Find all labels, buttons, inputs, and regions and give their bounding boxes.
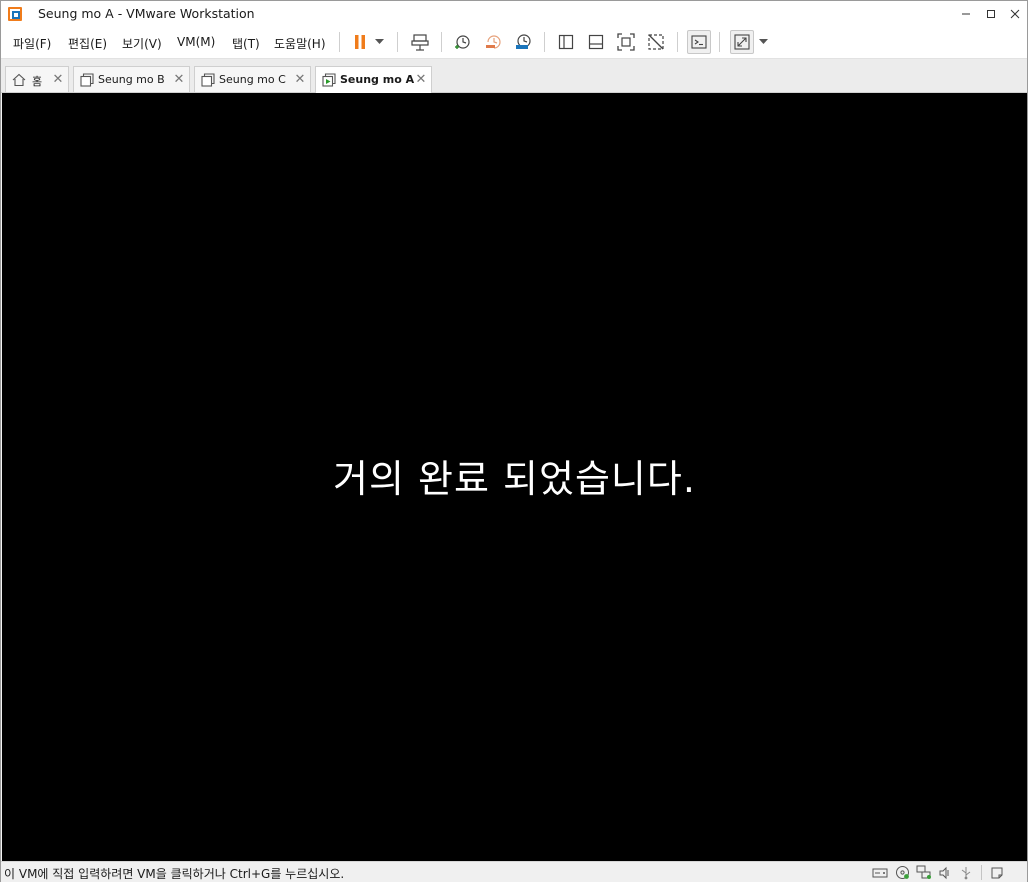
snapshot-manager-icon[interactable] [511, 30, 535, 54]
menu-help[interactable]: 도움말(H) [274, 35, 326, 52]
menu-tabs[interactable]: 탭(T) [232, 35, 260, 52]
console-view-icon[interactable] [687, 30, 711, 54]
pause-icon[interactable] [348, 30, 372, 54]
usb-icon[interactable] [958, 865, 974, 880]
cd-dvd-icon[interactable] [894, 865, 910, 880]
full-screen-icon[interactable] [614, 30, 638, 54]
close-button[interactable] [1002, 1, 1028, 26]
status-text: 이 VM에 직접 입력하려면 VM을 클릭하거나 Ctrl+G를 누르십시오. [4, 867, 345, 881]
tab-label: 홈 [32, 75, 43, 88]
vmware-logo-icon [8, 7, 22, 21]
tab-label: Seung mo B [98, 73, 165, 86]
snapshot-revert-icon[interactable] [481, 30, 505, 54]
tab-close-icon[interactable]: ✕ [414, 71, 428, 87]
statusbar-separator [981, 865, 982, 880]
tab-seung-mo-c[interactable]: Seung mo C ✕ [194, 66, 311, 92]
menu-file[interactable]: 파일(F) [13, 35, 51, 52]
menu-toolbar: 파일(F) 편집(E) 보기(V) VM(M) 탭(T) 도움말(H) [1, 26, 1027, 59]
menu-edit[interactable]: 편집(E) [68, 35, 107, 52]
message-log-icon[interactable] [989, 865, 1005, 880]
menu-vm[interactable]: VM(M) [177, 35, 215, 49]
toolbar-separator [544, 32, 545, 52]
unity-icon[interactable] [644, 30, 668, 54]
tab-label: Seung mo C [219, 73, 286, 86]
stretch-dropdown-arrow-icon[interactable] [755, 30, 771, 54]
vm-icon [80, 73, 94, 87]
vmware-window: Seung mo A - VMware Workstation 파일(F) 편집… [0, 0, 1028, 882]
title-bar: Seung mo A - VMware Workstation [1, 1, 1027, 26]
tab-close-icon[interactable]: ✕ [51, 71, 65, 87]
status-bar: 이 VM에 직접 입력하려면 VM을 클릭하거나 Ctrl+G를 누르십시오. [1, 861, 1027, 882]
tab-home[interactable]: 홈 ✕ [5, 66, 69, 92]
send-ctrl-alt-del-icon[interactable] [408, 30, 432, 54]
toolbar-separator [397, 32, 398, 52]
vm-icon [201, 73, 215, 87]
tab-seung-mo-a[interactable]: Seung mo A ✕ [315, 66, 432, 93]
home-icon [12, 73, 26, 87]
stretch-guest-icon[interactable] [730, 30, 754, 54]
menu-view[interactable]: 보기(V) [122, 35, 162, 52]
minimize-button[interactable] [953, 1, 979, 26]
power-dropdown-arrow-icon[interactable] [371, 30, 387, 54]
toolbar-separator [339, 32, 340, 52]
tab-close-icon[interactable]: ✕ [293, 71, 307, 87]
tab-label: Seung mo A [340, 73, 415, 86]
hard-disk-icon[interactable] [872, 865, 888, 880]
tab-close-icon[interactable]: ✕ [172, 71, 186, 87]
maximize-button[interactable] [978, 1, 1004, 26]
snapshot-take-icon[interactable] [450, 30, 474, 54]
tab-bar: 홈 ✕ Seung mo B ✕ Seung mo C ✕ Seung mo A… [1, 59, 1027, 93]
toolbar-separator [719, 32, 720, 52]
vm-console-display[interactable]: 거의 완료 되었습니다. [2, 93, 1027, 861]
sound-card-icon[interactable] [937, 865, 953, 880]
window-title: Seung mo A - VMware Workstation [38, 6, 255, 21]
network-adapter-icon[interactable] [916, 865, 932, 880]
vm-running-icon [322, 73, 336, 87]
toolbar-separator [441, 32, 442, 52]
thumbnail-bar-icon[interactable] [584, 30, 608, 54]
vm-status-message: 거의 완료 되었습니다. [333, 457, 696, 501]
tab-seung-mo-b[interactable]: Seung mo B ✕ [73, 66, 190, 92]
show-library-icon[interactable] [554, 30, 578, 54]
toolbar-separator [677, 32, 678, 52]
